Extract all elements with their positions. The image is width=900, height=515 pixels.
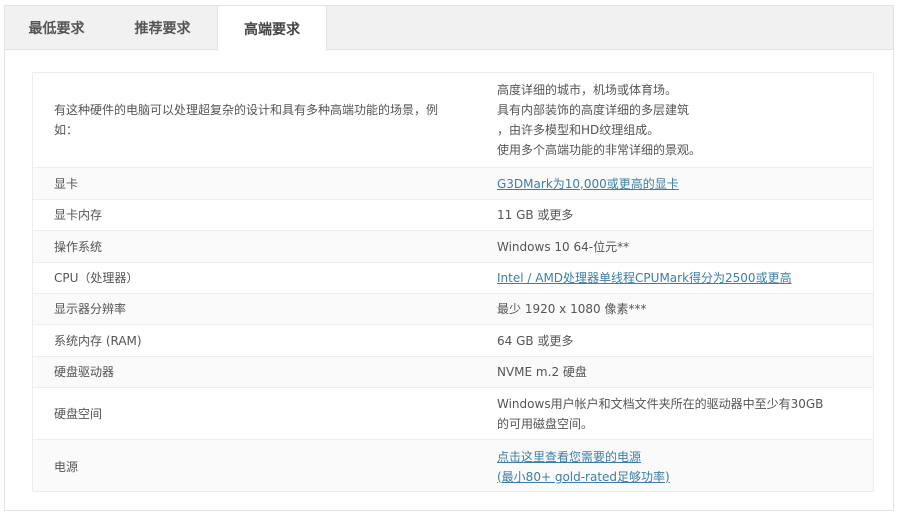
power-supply-rating-link[interactable]: (最小80+ gold-rated足够功率)	[497, 467, 867, 487]
row-value: 64 GB 或更多	[497, 325, 867, 356]
row-value: Windows用户帐户和文档文件夹所在的驱动器中至少有30GB 的可用磁盘空间。	[497, 388, 867, 439]
row-label: 显示器分辨率	[54, 302, 127, 316]
table-row-cpu: CPU（处理器） Intel / AMD处理器单线程CPUMark得分为2500…	[33, 263, 873, 294]
row-value: NVME m.2 硬盘	[497, 357, 867, 387]
row-value-text: Windows 10 64-位元**	[497, 239, 630, 254]
requirements-table: 有这种硬件的电脑可以处理超复杂的设计和具有多种高端功能的场景，例如： 高度详细的…	[32, 72, 874, 492]
table-row-intro: 有这种硬件的电脑可以处理超复杂的设计和具有多种高端功能的场景，例如： 高度详细的…	[33, 73, 873, 168]
tab-high-end-requirements[interactable]: 高端要求	[217, 5, 327, 51]
row-value-text: 最少 1920 x 1080 像素***	[497, 302, 647, 316]
power-supply-link[interactable]: 点击这里查看您需要的电源	[497, 447, 867, 467]
table-row-display-resolution: 显示器分辨率 最少 1920 x 1080 像素***	[33, 294, 873, 325]
intro-label: 有这种硬件的电脑可以处理超复杂的设计和具有多种高端功能的场景，例如：	[54, 103, 439, 137]
row-label: 硬盘空间	[54, 406, 103, 421]
intro-examples: 高度详细的城市，机场或体育场。 具有内部装饰的高度详细的多层建筑 ，由许多模型和…	[497, 73, 867, 167]
intro-line: ，由许多模型和HD纹理组成。	[497, 123, 660, 137]
tab-panel: 有这种硬件的电脑可以处理超复杂的设计和具有多种高端功能的场景，例如： 高度详细的…	[4, 49, 894, 511]
table-row-ram: 系统内存 (RAM) 64 GB 或更多	[33, 325, 873, 357]
tab-recommended-requirements[interactable]: 推荐要求	[108, 6, 217, 50]
row-value-text: NVME m.2 硬盘	[497, 365, 587, 379]
row-label: 硬盘驱动器	[54, 365, 115, 379]
row-label: 显卡内存	[54, 208, 103, 222]
table-row-hard-drive: 硬盘驱动器 NVME m.2 硬盘	[33, 357, 873, 388]
row-value-text: 11 GB 或更多	[497, 208, 574, 222]
table-row-power-supply: 电源 点击这里查看您需要的电源 (最小80+ gold-rated足够功率)	[33, 440, 873, 491]
row-value: 11 GB 或更多	[497, 200, 867, 230]
tab-minimum-requirements[interactable]: 最低要求	[5, 6, 108, 50]
row-label: 电源	[54, 459, 79, 474]
intro-line: 使用多个高端功能的非常详细的景观。	[497, 143, 702, 157]
gpu-benchmark-link[interactable]: G3DMark为10,000或更高的显卡	[497, 174, 867, 194]
row-label: 操作系统	[54, 239, 103, 254]
row-label: 系统内存 (RAM)	[54, 333, 142, 348]
row-label: 显卡	[54, 176, 79, 191]
table-row-disk-space: 硬盘空间 Windows用户帐户和文档文件夹所在的驱动器中至少有30GB 的可用…	[33, 388, 873, 440]
cpu-benchmark-link[interactable]: Intel / AMD处理器单线程CPUMark得分为2500或更高	[497, 268, 867, 288]
row-value: 最少 1920 x 1080 像素***	[497, 294, 867, 324]
table-row-gpu-memory: 显卡内存 11 GB 或更多	[33, 200, 873, 231]
page: 最低要求 推荐要求 高端要求 有这种硬件的电脑可以处理超复杂的设计和具有多种高端…	[0, 0, 900, 515]
table-row-os: 操作系统 Windows 10 64-位元**	[33, 231, 873, 263]
row-value-text: Windows用户帐户和文档文件夹所在的驱动器中至少有30GB	[497, 396, 824, 411]
row-value: Windows 10 64-位元**	[497, 231, 867, 262]
row-label: CPU（处理器）	[54, 271, 139, 285]
row-value-text: 的可用磁盘空间。	[497, 416, 594, 431]
intro-line: 高度详细的城市，机场或体育场。	[497, 83, 678, 97]
row-value-text: 64 GB 或更多	[497, 333, 574, 348]
tab-bar: 最低要求 推荐要求 高端要求	[4, 5, 894, 51]
table-row-gpu: 显卡 G3DMark为10,000或更高的显卡	[33, 168, 873, 200]
intro-line: 具有内部装饰的高度详细的多层建筑	[497, 103, 690, 117]
